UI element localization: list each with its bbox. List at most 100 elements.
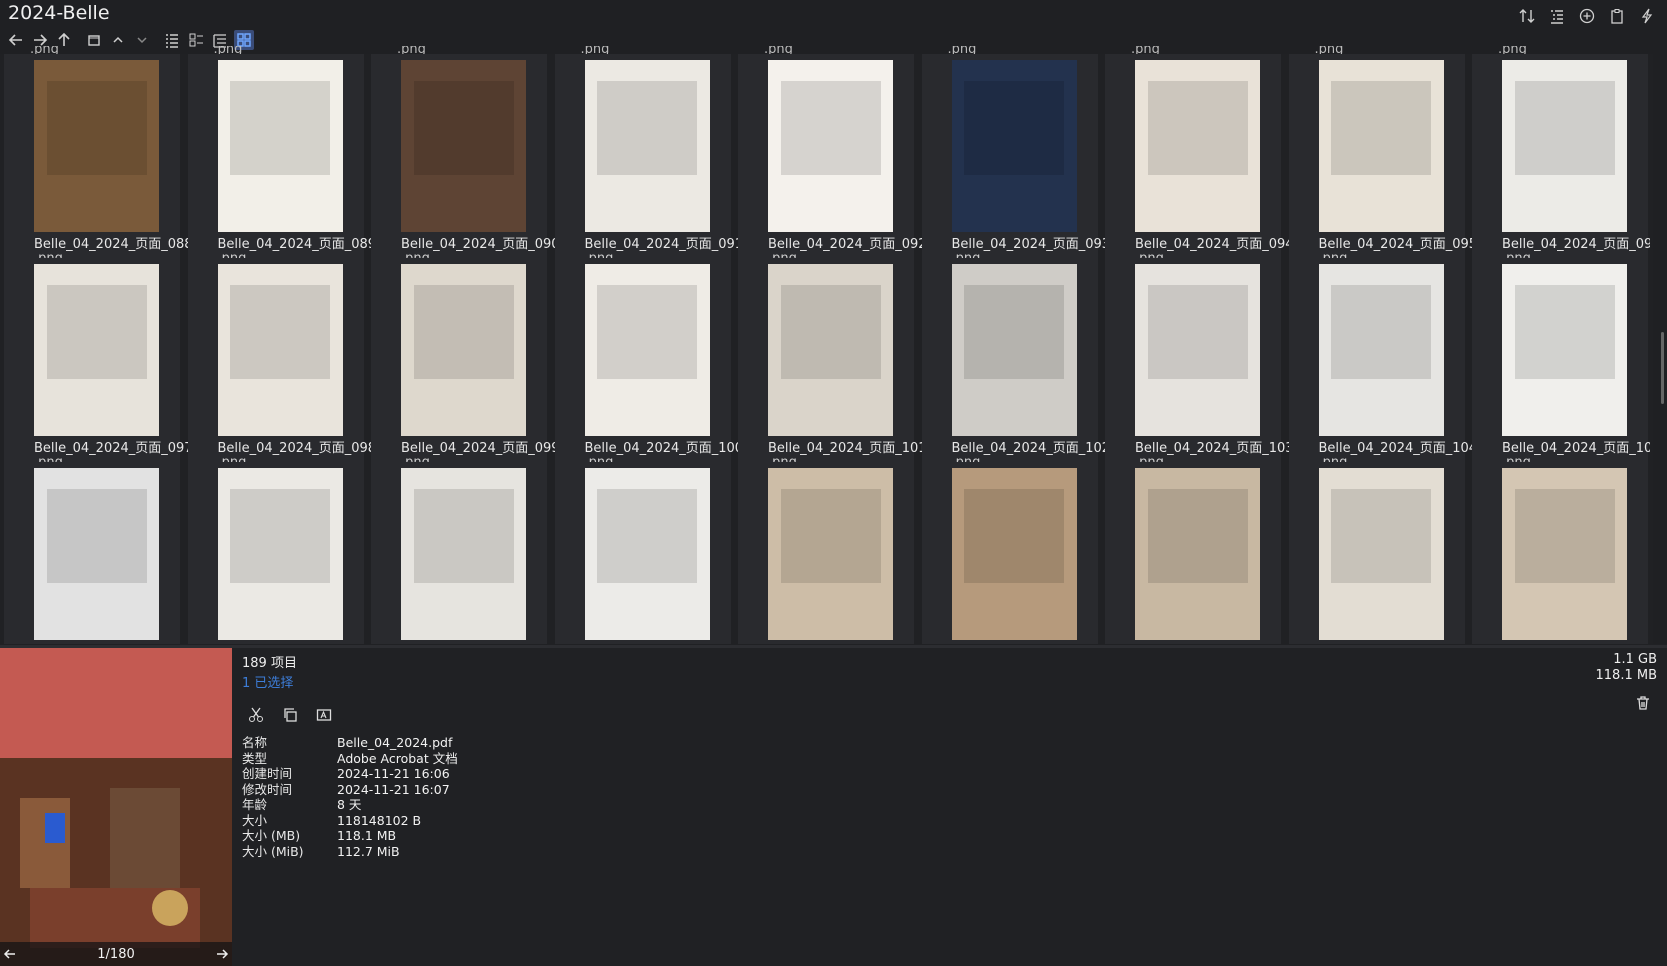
file-tile[interactable] xyxy=(738,462,914,644)
page-thumbnail xyxy=(1318,264,1444,436)
file-name: Belle_04_2024_页面_095 xyxy=(1318,237,1478,252)
selected-size: 118.1 MB xyxy=(1595,668,1657,683)
file-tile[interactable]: Belle_04_2024_页面_088.png xyxy=(4,54,193,266)
file-name: Belle_04_2024_页面_093 xyxy=(951,237,1111,252)
delete-icon[interactable] xyxy=(1633,693,1653,713)
page-thumbnail xyxy=(584,264,710,436)
add-circle-icon[interactable] xyxy=(1577,6,1597,26)
file-name: Belle_04_2024_页面_101 xyxy=(768,441,927,456)
rename-icon[interactable] xyxy=(314,705,334,725)
file-tile[interactable]: Belle_04_2024_页面_097.png xyxy=(4,258,193,470)
file-name: Belle_04_2024_页面_094 xyxy=(1135,237,1294,252)
file-name: Belle_04_2024_页面_089 xyxy=(217,237,377,252)
page-thumbnail xyxy=(401,468,526,640)
file-tile[interactable]: Belle_04_2024_页面_102.png xyxy=(921,258,1110,470)
file-name: Belle_04_2024_页面_102 xyxy=(951,441,1111,456)
prev-page-icon[interactable] xyxy=(0,944,20,964)
file-tile[interactable]: Belle_04_2024_页面_092.png xyxy=(738,54,927,266)
file-tile[interactable]: Belle_04_2024_页面_105.png xyxy=(1472,258,1650,470)
property-value: 2024-11-21 16:06 xyxy=(337,766,450,781)
page-thumbnail xyxy=(34,264,159,436)
file-tile[interactable] xyxy=(1472,462,1648,644)
file-name: Belle_04_2024_页面_104 xyxy=(1318,441,1478,456)
page-thumbnail xyxy=(1318,468,1444,640)
file-name: Belle_04_2024_页面_105 xyxy=(1502,441,1650,456)
file-name: Belle_04_2024_页面_097 xyxy=(34,441,193,456)
file-tile[interactable]: Belle_04_2024_页面_100.png xyxy=(554,258,743,470)
file-tile[interactable] xyxy=(1105,462,1281,644)
property-value: 118148102 B xyxy=(337,812,422,828)
file-name: Belle_04_2024_页面_088 xyxy=(34,237,193,252)
file-actions xyxy=(246,705,557,725)
page-thumbnail xyxy=(951,468,1077,640)
file-tile[interactable]: Belle_04_2024_页面_090.png xyxy=(371,54,560,266)
file-tile[interactable]: Belle_04_2024_页面_089.png xyxy=(187,54,376,266)
page-thumbnail xyxy=(34,60,159,232)
vertical-scrollbar[interactable] xyxy=(1653,46,1667,644)
page-thumbnail xyxy=(1135,468,1260,640)
selected-count[interactable]: 1 已选择 xyxy=(242,672,557,691)
property-key: 类型 xyxy=(242,750,268,766)
next-page-icon[interactable] xyxy=(212,944,232,964)
page-thumbnail xyxy=(217,60,343,232)
page-indicator: 1/180 xyxy=(97,946,135,962)
file-properties: 名称 Belle_04_2024.pdf 类型 Adobe Acrobat 文档 创建时… xyxy=(242,735,557,859)
file-tile[interactable] xyxy=(921,462,1098,644)
file-tile[interactable]: Belle_04_2024_页面_095.png xyxy=(1288,54,1477,266)
file-tile[interactable] xyxy=(554,462,731,644)
file-tile[interactable]: Belle_04_2024_页面_101.png xyxy=(738,258,927,470)
property-value: Adobe Acrobat 文档 xyxy=(337,750,458,766)
clipboard-icon[interactable] xyxy=(1607,6,1627,26)
file-tile[interactable] xyxy=(4,462,180,644)
file-tile[interactable]: Belle_04_2024_页面_103.png xyxy=(1105,258,1294,470)
file-name: Belle_04_2024_页面_090 xyxy=(401,237,560,252)
preview-pane: 1/180 xyxy=(0,648,232,966)
page-thumbnail xyxy=(1318,60,1444,232)
file-tile[interactable]: Belle_04_2024_页面_091.png xyxy=(554,54,743,266)
cut-icon[interactable] xyxy=(246,705,266,725)
layout-icon[interactable] xyxy=(1547,6,1567,26)
page-thumbnail xyxy=(1135,264,1260,436)
file-tile[interactable]: Belle_04_2024_页面_096.png xyxy=(1472,54,1650,266)
size-summary: 1.1 GB 118.1 MB xyxy=(1596,652,1657,684)
page-thumbnail xyxy=(768,468,893,640)
page-thumbnail xyxy=(1135,60,1260,232)
property-value: 112.7 MiB xyxy=(337,843,400,859)
item-count: 189 项目 xyxy=(242,656,297,671)
bolt-icon[interactable] xyxy=(1637,6,1657,26)
copy-icon[interactable] xyxy=(280,705,300,725)
scrollbar-thumb[interactable] xyxy=(1661,332,1664,404)
property-key: 名称 xyxy=(242,735,268,750)
total-size: 1.1 GB xyxy=(1613,652,1657,667)
page-thumbnail xyxy=(768,60,893,232)
page-thumbnail xyxy=(584,468,710,640)
file-name: Belle_04_2024_页面_100 xyxy=(584,441,744,456)
file-tile[interactable] xyxy=(371,462,547,644)
thumbnail-grid[interactable]: .png .png .png .png .png .png .png .png .png Bell… xyxy=(0,46,1650,644)
property-key: 修改时间 xyxy=(242,781,293,797)
sort-icon[interactable] xyxy=(1517,6,1537,26)
preview-nav: 1/180 xyxy=(0,942,232,966)
top-right-toolbar xyxy=(1517,6,1657,26)
file-name: Belle_04_2024_页面_092 xyxy=(768,237,927,252)
file-tile[interactable] xyxy=(187,462,364,644)
file-tile[interactable]: Belle_04_2024_页面_099.png xyxy=(371,258,560,470)
page-thumbnail xyxy=(217,468,343,640)
pane-splitter[interactable] xyxy=(0,645,1667,648)
file-name: Belle_04_2024_页面_099 xyxy=(401,441,560,456)
file-tile[interactable]: Belle_04_2024_页面_098.png xyxy=(187,258,376,470)
file-tile[interactable]: Belle_04_2024_页面_094.png xyxy=(1105,54,1294,266)
property-key: 大小 (MB) xyxy=(242,828,301,843)
file-tile[interactable]: Belle_04_2024_页面_093.png xyxy=(921,54,1110,266)
file-tile[interactable] xyxy=(1288,462,1465,644)
property-key: 年龄 xyxy=(242,797,268,812)
property-value: 118.1 MB xyxy=(337,828,397,843)
page-thumbnail xyxy=(217,264,343,436)
page-thumbnail xyxy=(401,264,526,436)
property-value: 8 天 xyxy=(337,797,362,812)
property-key: 大小 xyxy=(242,812,268,828)
file-name: Belle_04_2024_页面_103 xyxy=(1135,441,1294,456)
file-name: Belle_04_2024_页面_098 xyxy=(217,441,377,456)
file-tile[interactable]: Belle_04_2024_页面_104.png xyxy=(1288,258,1477,470)
page-thumbnail xyxy=(401,60,526,232)
